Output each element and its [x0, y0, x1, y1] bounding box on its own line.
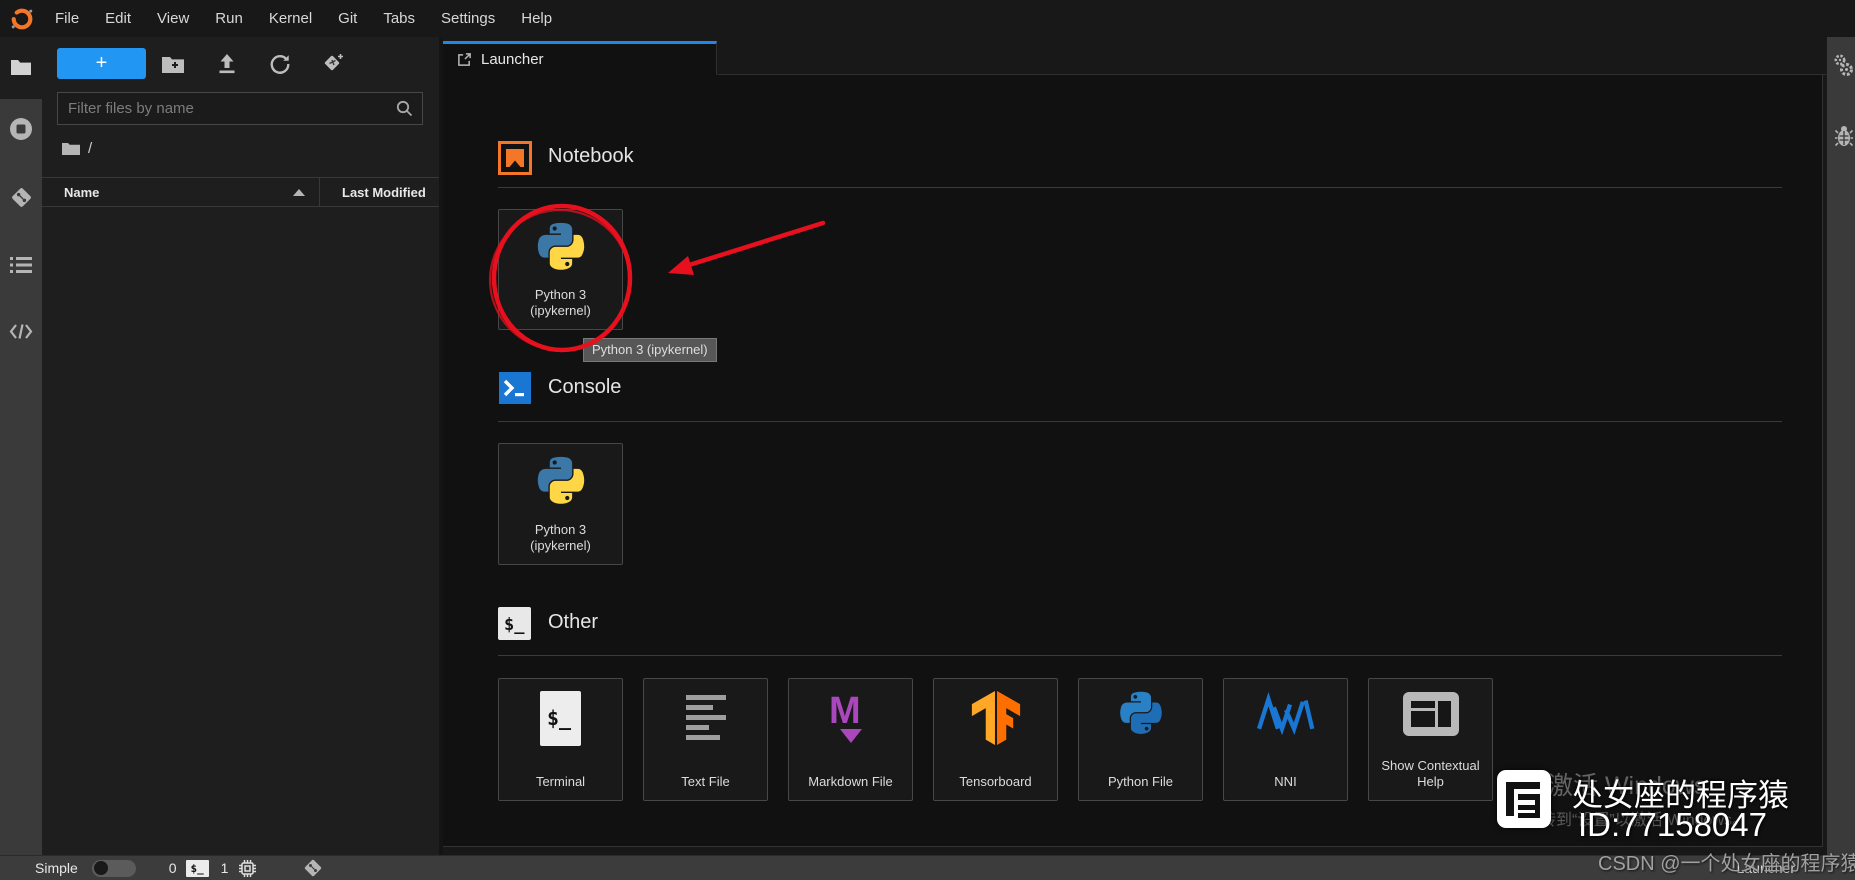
tag-plus-icon[interactable]: [320, 51, 346, 77]
menu-tabs[interactable]: Tabs: [370, 0, 428, 37]
card-python-file[interactable]: Python File: [1078, 678, 1203, 801]
markdown-icon: M: [825, 690, 877, 752]
menu-edit[interactable]: Edit: [92, 0, 144, 37]
section-divider: [498, 187, 1782, 188]
filter-files-box: [57, 92, 423, 125]
other-terminal-icon: $_: [497, 606, 531, 640]
main-area: Launcher Notebook Python 3 (ipykernel) P…: [443, 37, 1827, 855]
left-sidebar: [0, 37, 42, 855]
card-terminal[interactable]: $_ Terminal: [498, 678, 623, 801]
card-label: NNI: [1274, 773, 1297, 789]
menu-help[interactable]: Help: [508, 0, 565, 37]
debugger-bug-icon[interactable]: [1832, 125, 1855, 149]
python-icon: [532, 456, 590, 519]
menu-file[interactable]: File: [42, 0, 92, 37]
card-show-contextual-help[interactable]: Show Contextual Help: [1368, 678, 1493, 801]
new-folder-icon[interactable]: [160, 51, 186, 77]
menu-kernel[interactable]: Kernel: [256, 0, 325, 37]
file-browser-icon[interactable]: [9, 55, 33, 79]
column-last-modified[interactable]: Last Modified: [320, 185, 426, 200]
search-icon: [396, 100, 422, 117]
launcher-tab-label: Launcher: [481, 51, 544, 68]
launcher-tab-icon: [457, 52, 472, 67]
kernel-chip-icon[interactable]: [238, 859, 257, 878]
tab-launcher[interactable]: Launcher: [443, 41, 717, 75]
text-file-icon: [684, 691, 728, 746]
notebook-icon: [498, 141, 532, 175]
right-sidebar: [1827, 37, 1855, 855]
terminal-icon: $_: [540, 691, 581, 751]
menu-run[interactable]: Run: [202, 0, 256, 37]
launcher-content: Notebook Python 3 (ipykernel) Python 3 (…: [443, 75, 1823, 847]
card-text-file[interactable]: Text File: [643, 678, 768, 801]
console-icon: [498, 371, 532, 405]
section-divider: [498, 421, 1782, 422]
filter-files-input[interactable]: [58, 100, 396, 117]
panel-divider[interactable]: [439, 37, 443, 855]
breadcrumb[interactable]: /: [62, 140, 92, 157]
menu-git[interactable]: Git: [325, 0, 370, 37]
kernel-count: 1: [220, 860, 229, 876]
nni-icon: [1255, 691, 1317, 742]
toggle-knob: [93, 861, 108, 875]
other-cards-row: $_ Terminal Text File M Markdown File Te…: [498, 678, 1493, 801]
section-divider: [498, 655, 1782, 656]
terminal-count: 0: [168, 860, 177, 876]
card-label: Python File: [1107, 773, 1174, 789]
python-icon: [532, 222, 590, 285]
contextual-help-icon: [1402, 691, 1460, 742]
jupyter-logo-icon: [10, 7, 34, 31]
file-browser-panel: + / Name Last Modified: [42, 37, 439, 855]
folder-breadcrumb-icon: [62, 142, 80, 155]
python-file-icon: [1115, 691, 1167, 748]
card-label: Python 3 (ipykernel): [530, 521, 591, 553]
svg-text:M: M: [829, 691, 861, 732]
svg-text:$_: $_: [547, 706, 572, 730]
section-title-other: Other: [548, 611, 599, 633]
card-label: Text File: [681, 773, 730, 789]
card-nni[interactable]: NNI: [1223, 678, 1348, 801]
card-console-python3[interactable]: Python 3 (ipykernel): [498, 443, 623, 565]
sort-asc-icon: [293, 188, 305, 196]
property-inspector-gears-icon[interactable]: [1831, 54, 1855, 78]
extensions-icon[interactable]: [9, 319, 33, 343]
file-list-header: Name Last Modified: [42, 177, 439, 207]
card-notebook-python3[interactable]: Python 3 (ipykernel): [498, 209, 623, 330]
menu-settings[interactable]: Settings: [428, 0, 508, 37]
git-status-icon[interactable]: [303, 858, 323, 878]
kernel-tooltip: Python 3 (ipykernel): [583, 338, 717, 362]
simple-mode-label: Simple: [35, 860, 78, 876]
card-label: Show Contextual Help: [1381, 757, 1480, 789]
tensorboard-icon: [969, 691, 1023, 750]
terminal-badge-icon[interactable]: $_: [185, 859, 209, 877]
column-name[interactable]: Name: [42, 185, 319, 200]
card-markdown-file[interactable]: M Markdown File: [788, 678, 913, 801]
status-context-label: Launcher: [1736, 860, 1795, 876]
svg-text:$_: $_: [504, 615, 525, 635]
menu-bar: File Edit View Run Kernel Git Tabs Setti…: [0, 0, 1855, 37]
menu-view[interactable]: View: [144, 0, 202, 37]
toc-icon[interactable]: [9, 253, 33, 277]
running-sessions-icon[interactable]: [9, 117, 33, 141]
card-tensorboard[interactable]: Tensorboard: [933, 678, 1058, 801]
new-launcher-button[interactable]: +: [57, 48, 146, 79]
breadcrumb-root: /: [88, 140, 93, 157]
simple-mode-toggle[interactable]: [91, 859, 136, 877]
git-sidebar-icon[interactable]: [9, 185, 33, 209]
refresh-icon[interactable]: [267, 51, 293, 77]
card-label: Terminal: [535, 773, 586, 789]
section-title-console: Console: [548, 376, 622, 398]
card-label: Tensorboard: [959, 773, 1032, 789]
card-label: Markdown File: [808, 773, 893, 789]
section-title-notebook: Notebook: [548, 145, 634, 167]
status-bar: Simple 0 $_ 1 Launcher: [0, 855, 1855, 880]
upload-icon[interactable]: [214, 51, 240, 77]
card-label: Python 3 (ipykernel): [530, 286, 591, 318]
